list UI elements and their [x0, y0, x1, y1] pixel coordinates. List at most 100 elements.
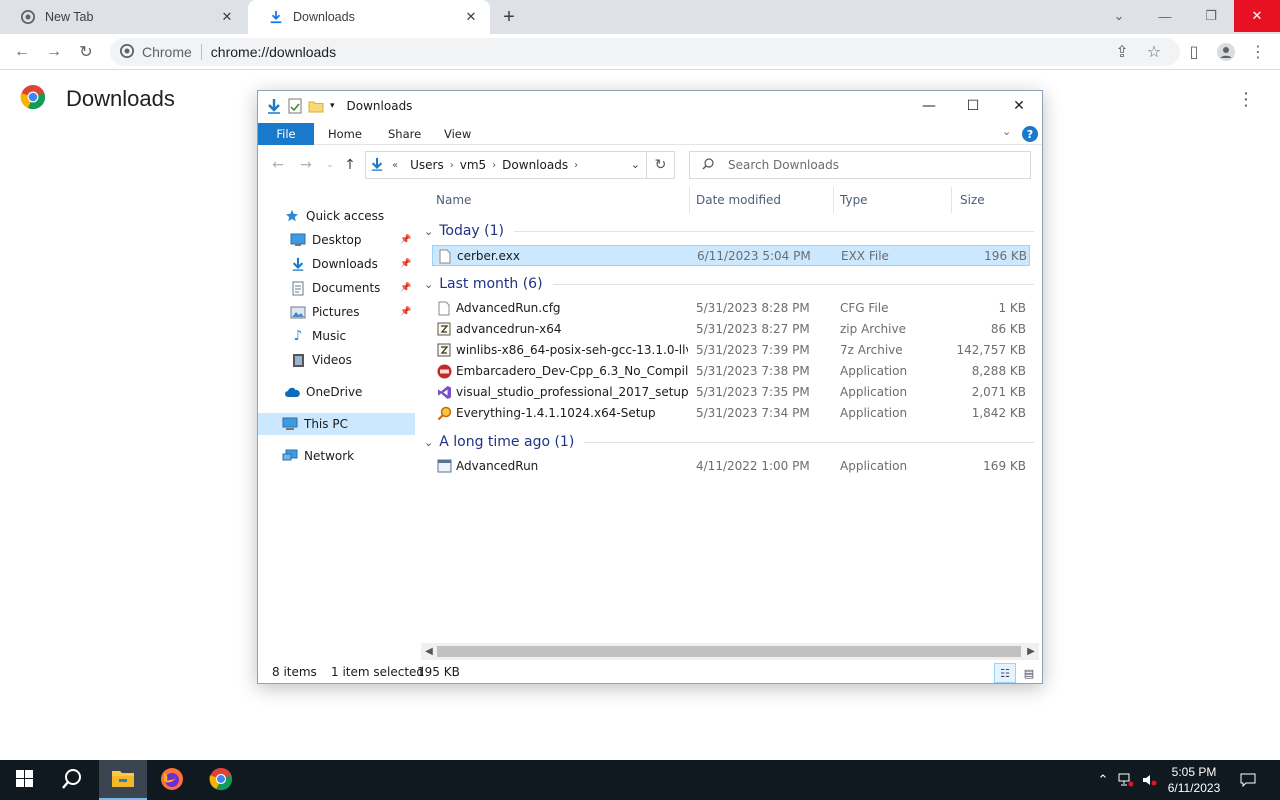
nav-item-videos[interactable]: Videos: [258, 349, 415, 371]
show-hidden-icons-chevron-icon[interactable]: ⌃: [1094, 760, 1112, 800]
explorer-minimize-icon[interactable]: —: [906, 91, 952, 121]
file-date: 5/31/2023 7:39 PM: [696, 343, 810, 357]
nav-item-network[interactable]: Network: [258, 445, 415, 467]
address-history-chevron-icon[interactable]: ⌄: [631, 158, 640, 171]
notifications-icon[interactable]: [1236, 760, 1260, 800]
column-header-size[interactable]: Size: [952, 187, 1032, 213]
tab-downloads[interactable]: Downloads ✕: [248, 0, 490, 34]
group-header-today[interactable]: ⌄ Today (1): [424, 219, 1034, 243]
explorer-search-box[interactable]: Search Downloads: [689, 151, 1031, 179]
explorer-refresh-icon[interactable]: ↻: [646, 152, 674, 178]
ribbon-tab-view[interactable]: View: [430, 123, 485, 145]
pin-icon[interactable]: 📌: [400, 235, 411, 245]
close-window-button[interactable]: ✕: [1234, 0, 1280, 32]
bookmark-star-icon[interactable]: ☆: [1142, 40, 1166, 64]
scrollbar-thumb[interactable]: [437, 646, 1021, 657]
nav-item-desktop[interactable]: Desktop 📌: [258, 229, 415, 251]
horizontal-scrollbar[interactable]: ◀ ▶: [421, 643, 1039, 660]
taskbar-search-button[interactable]: [48, 760, 96, 800]
taskbar-firefox[interactable]: [148, 760, 196, 800]
details-view-icon[interactable]: ☷: [994, 663, 1016, 683]
explorer-close-icon[interactable]: ✕: [996, 91, 1042, 121]
file-row[interactable]: visual_studio_professional_2017_setup 5/…: [432, 382, 1030, 403]
taskbar-file-explorer[interactable]: [99, 760, 147, 800]
nav-item-downloads[interactable]: Downloads 📌: [258, 253, 415, 275]
minimize-icon[interactable]: —: [1142, 0, 1188, 32]
properties-icon[interactable]: [288, 98, 302, 114]
tab-search-chevron-icon[interactable]: ⌄: [1096, 0, 1142, 32]
start-button[interactable]: [0, 760, 48, 800]
file-row[interactable]: advancedrun-x64 5/31/2023 8:27 PM zip Ar…: [432, 319, 1030, 340]
file-row[interactable]: Everything-1.4.1.1024.x64-Setup 5/31/202…: [432, 403, 1030, 424]
file-row[interactable]: AdvancedRun.cfg 5/31/2023 8:28 PM CFG Fi…: [432, 298, 1030, 319]
file-row[interactable]: AdvancedRun 4/11/2022 1:00 PM Applicatio…: [432, 456, 1030, 477]
volume-muted-icon[interactable]: [1140, 760, 1160, 800]
forward-icon[interactable]: →: [42, 40, 66, 64]
column-header-name[interactable]: Name: [428, 187, 690, 213]
tab-new-tab[interactable]: New Tab ✕: [0, 0, 246, 34]
ribbon-tab-share[interactable]: Share: [374, 123, 435, 145]
breadcrumb-separator-icon[interactable]: ›: [492, 160, 496, 171]
explorer-address-bar[interactable]: « Users › vm5 › Downloads › ⌄ ↻: [365, 151, 675, 179]
network-status-icon[interactable]: [1116, 760, 1136, 800]
recent-locations-chevron-icon[interactable]: ⌄: [320, 155, 340, 175]
profile-avatar-icon[interactable]: [1214, 40, 1238, 64]
page-menu-icon[interactable]: ⋮: [1236, 88, 1256, 110]
explorer-maximize-icon[interactable]: ☐: [950, 91, 996, 121]
up-folder-icon[interactable]: ↑: [340, 155, 360, 175]
pin-icon[interactable]: 📌: [400, 259, 411, 269]
scroll-left-icon[interactable]: ◀: [421, 644, 437, 659]
file-row[interactable]: Embarcadero_Dev-Cpp_6.3_No_Compiler... 5…: [432, 361, 1030, 382]
nav-item-pictures[interactable]: Pictures 📌: [258, 301, 415, 323]
collapse-chevron-icon[interactable]: ⌄: [424, 436, 433, 449]
nav-item-quick-access[interactable]: Quick access: [258, 205, 415, 227]
nav-item-onedrive[interactable]: OneDrive: [258, 381, 415, 403]
nav-item-documents[interactable]: Documents 📌: [258, 277, 415, 299]
column-header-type[interactable]: Type: [832, 187, 952, 213]
expand-ribbon-chevron-icon[interactable]: ⌄: [1002, 125, 1011, 138]
collapse-chevron-icon[interactable]: ⌄: [424, 278, 433, 291]
explorer-back-icon[interactable]: ←: [268, 155, 288, 175]
breadcrumb-downloads[interactable]: Downloads: [502, 158, 568, 172]
back-icon[interactable]: ←: [10, 40, 34, 64]
reload-icon[interactable]: ↻: [74, 40, 98, 64]
new-tab-button[interactable]: +: [498, 6, 520, 28]
file-row[interactable]: cerber.exx 6/11/2023 5:04 PM EXX File 19…: [432, 245, 1030, 266]
breadcrumb-users[interactable]: Users: [410, 158, 444, 172]
breadcrumb-separator-icon[interactable]: ›: [450, 160, 454, 171]
restore-icon[interactable]: ❐: [1188, 0, 1234, 32]
new-folder-icon[interactable]: [308, 99, 324, 113]
taskbar-clock[interactable]: 5:05 PM 6/11/2023: [1158, 764, 1230, 796]
ribbon-tab-home[interactable]: Home: [314, 123, 376, 145]
explorer-forward-icon[interactable]: →: [296, 155, 316, 175]
group-header-last-month[interactable]: ⌄ Last month (6): [424, 272, 1034, 296]
chrome-menu-icon[interactable]: ⋮: [1246, 40, 1270, 64]
scroll-right-icon[interactable]: ▶: [1023, 644, 1039, 659]
breadcrumb-vm5[interactable]: vm5: [460, 158, 486, 172]
pin-icon[interactable]: 📌: [400, 307, 411, 317]
help-icon[interactable]: ?: [1022, 126, 1038, 142]
nav-item-label: Network: [304, 449, 355, 463]
file-icon: [436, 300, 452, 316]
visual-studio-icon: [436, 384, 452, 400]
share-icon[interactable]: ⇪: [1110, 40, 1134, 64]
file-size: 142,757 KB: [956, 343, 1026, 357]
side-panel-icon[interactable]: ▯: [1182, 40, 1206, 64]
ribbon-tab-file[interactable]: File: [258, 123, 314, 145]
group-header-long-time-ago[interactable]: ⌄ A long time ago (1): [424, 430, 1034, 454]
taskbar-chrome[interactable]: [197, 760, 245, 800]
pin-icon[interactable]: 📌: [400, 283, 411, 293]
breadcrumb-overflow[interactable]: «: [392, 160, 398, 171]
breadcrumb-separator-icon[interactable]: ›: [574, 160, 578, 171]
tab-close-icon[interactable]: ✕: [218, 8, 236, 26]
collapse-chevron-icon[interactable]: ⌄: [424, 225, 433, 238]
address-bar[interactable]: Chrome chrome://downloads: [110, 38, 1180, 66]
customize-toolbar-icon[interactable]: ▾: [330, 101, 335, 111]
nav-item-music[interactable]: ♪ Music: [258, 325, 415, 347]
column-header-date-modified[interactable]: Date modified: [688, 187, 834, 213]
nav-item-this-pc[interactable]: This PC: [258, 413, 415, 435]
omnibox-divider: [200, 44, 202, 60]
tab-close-icon[interactable]: ✕: [462, 8, 480, 26]
large-icons-view-icon[interactable]: ▤: [1018, 663, 1040, 683]
file-row[interactable]: winlibs-x86_64-posix-seh-gcc-13.1.0-llv.…: [432, 340, 1030, 361]
